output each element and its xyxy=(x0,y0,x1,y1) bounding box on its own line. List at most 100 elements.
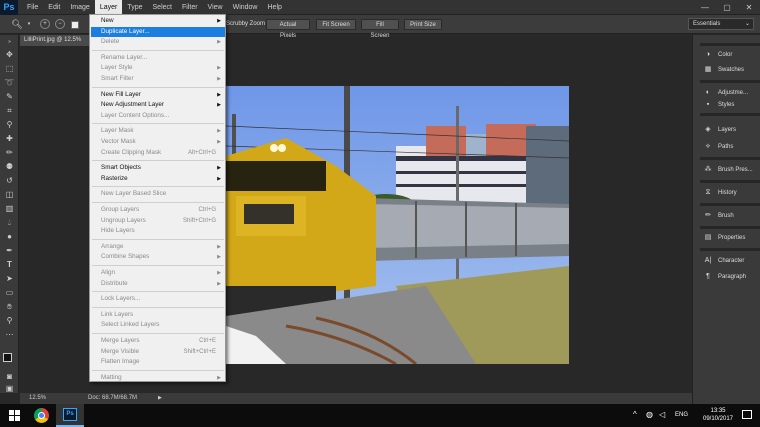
chrome-icon[interactable] xyxy=(34,408,49,423)
menu-item-link-layers[interactable]: Link Layers xyxy=(91,310,225,320)
taskbar-photoshop-button[interactable]: Ps xyxy=(56,404,84,427)
language-indicator[interactable]: ENG xyxy=(675,412,688,418)
panel-brush-presets[interactable]: ⁂ Brush Pres... xyxy=(702,163,758,177)
type-tool-icon[interactable]: T xyxy=(3,259,16,270)
menu-item-group-layers[interactable]: Group Layers Ctrl+G xyxy=(91,205,225,215)
fill-screen-button[interactable]: Fill Screen xyxy=(361,19,399,39)
menu-item-layer-mask[interactable]: Layer Mask ▶ xyxy=(91,126,225,136)
screen-mode-icon[interactable]: ▣ xyxy=(3,383,16,394)
menu-item-merge-visible[interactable]: Merge Visible Shift+Ctrl+E xyxy=(91,347,225,357)
menu-item-delete[interactable]: Delete ▶ xyxy=(91,37,225,47)
menu-item-lock-layers[interactable]: Lock Layers... xyxy=(91,294,225,304)
zoom-out-icon[interactable]: − xyxy=(55,19,65,29)
actual-pixels-button[interactable]: Actual Pixels xyxy=(266,19,310,39)
collapse-tools-icon[interactable]: » xyxy=(3,37,16,48)
marquee-tool-icon[interactable]: ⬚ xyxy=(3,63,16,74)
move-tool-icon[interactable]: ✥ xyxy=(3,49,16,60)
panel-adjustments[interactable]: ◐ Adjustme... xyxy=(702,86,758,100)
lasso-tool-icon[interactable]: ➰ xyxy=(3,77,16,88)
network-icon[interactable]: ◍ xyxy=(646,410,653,419)
menu-layer[interactable]: Layer xyxy=(94,0,123,15)
menu-type[interactable]: Type xyxy=(122,0,147,15)
menu-item-layer-style[interactable]: Layer Style ▶ xyxy=(91,63,225,73)
menu-image[interactable]: Image xyxy=(65,0,94,15)
menu-item-select-linked-layers[interactable]: Select Linked Layers xyxy=(91,320,225,330)
menu-item-create-clipping-mask[interactable]: Create Clipping Mask Alt+Ctrl+G xyxy=(91,148,225,158)
path-selection-tool-icon[interactable]: ➤ xyxy=(3,273,16,284)
windows-start-icon[interactable] xyxy=(9,410,20,421)
panel-styles[interactable]: ▪ Styles xyxy=(702,101,758,109)
tray-expand-icon[interactable]: ^ xyxy=(633,410,637,419)
menu-item-align[interactable]: Align ▶ xyxy=(91,268,225,278)
history-brush-tool-icon[interactable]: ↺ xyxy=(3,175,16,186)
menu-item-merge-layers[interactable]: Merge Layers Ctrl+E xyxy=(91,336,225,346)
menu-item-new[interactable]: New ▶ xyxy=(91,16,225,26)
foreground-color-swatch[interactable] xyxy=(3,353,12,362)
menu-item-smart-filter[interactable]: Smart Filter ▶ xyxy=(91,74,225,84)
panel-paragraph[interactable]: ¶ Paragraph xyxy=(702,270,758,284)
rectangle-tool-icon[interactable]: ▭ xyxy=(3,287,16,298)
minimize-button[interactable]: — xyxy=(694,0,716,15)
zoom-tool-icon[interactable]: 🔍︎ xyxy=(10,19,24,30)
more-tools-icon[interactable]: ⋯ xyxy=(3,329,16,340)
fit-screen-button[interactable]: Fit Screen xyxy=(316,19,356,30)
zoom-tool-icon[interactable]: ⚲ xyxy=(3,315,16,326)
eyedropper-tool-icon[interactable]: ⚲ xyxy=(3,119,16,130)
menu-help[interactable]: Help xyxy=(263,0,287,15)
menu-item-flatten-image[interactable]: Flatten Image xyxy=(91,357,225,367)
blur-tool-icon[interactable]: 💧︎ xyxy=(3,217,16,228)
menu-item-arrange[interactable]: Arrange ▶ xyxy=(91,242,225,252)
panel-brush[interactable]: ✏ Brush xyxy=(702,209,758,223)
notifications-icon[interactable] xyxy=(742,410,752,419)
tool-preset-chevron-icon[interactable]: ▾ xyxy=(26,19,32,30)
panel-layers[interactable]: ◈ Layers xyxy=(702,123,758,137)
menu-item-new-adjustment-layer[interactable]: New Adjustment Layer ▶ xyxy=(91,100,225,110)
menu-item-distribute[interactable]: Distribute ▶ xyxy=(91,279,225,289)
menu-view[interactable]: View xyxy=(203,0,228,15)
quick-select-tool-icon[interactable]: ✎ xyxy=(3,91,16,102)
menu-item-new-layer-based-slice[interactable]: New Layer Based Slice xyxy=(91,189,225,199)
menu-item-new-fill-layer[interactable]: New Fill Layer ▶ xyxy=(91,90,225,100)
document-canvas[interactable] xyxy=(226,86,569,364)
menu-item-combine-shapes[interactable]: Combine Shapes ▶ xyxy=(91,252,225,262)
menu-item-ungroup-layers[interactable]: Ungroup Layers Shift+Ctrl+G xyxy=(91,216,225,226)
panel-swatches[interactable]: ▦ Swatches xyxy=(702,63,758,77)
status-menu-arrow-icon[interactable]: ▶ xyxy=(158,393,162,404)
menu-item-layer-content-options[interactable]: Layer Content Options... xyxy=(91,111,225,121)
clone-stamp-tool-icon[interactable]: ⚉ xyxy=(3,161,16,172)
menu-item-duplicate-layer[interactable]: Duplicate Layer... xyxy=(91,26,225,37)
close-button[interactable]: ✕ xyxy=(738,0,760,15)
brush-tool-icon[interactable]: ✏ xyxy=(3,147,16,158)
menu-item-matting[interactable]: Matting ▶ xyxy=(91,373,225,383)
menu-file[interactable]: File xyxy=(22,0,43,15)
menu-select[interactable]: Select xyxy=(148,0,177,15)
panel-properties[interactable]: ▤ Properties xyxy=(702,231,758,245)
panel-paths[interactable]: ⟡ Paths xyxy=(702,140,758,154)
menu-item-vector-mask[interactable]: Vector Mask ▶ xyxy=(91,137,225,147)
quick-mask-icon[interactable]: ◙ xyxy=(3,371,16,382)
pen-tool-icon[interactable]: ✒ xyxy=(3,245,16,256)
zoom-in-icon[interactable]: + xyxy=(40,19,50,29)
dodge-tool-icon[interactable]: ● xyxy=(3,231,16,242)
menu-edit[interactable]: Edit xyxy=(43,0,65,15)
healing-brush-tool-icon[interactable]: ✚ xyxy=(3,133,16,144)
clock[interactable]: 13:35 09/10/2017 xyxy=(700,407,736,423)
print-size-button[interactable]: Print Size xyxy=(404,19,442,30)
eraser-tool-icon[interactable]: ◫ xyxy=(3,189,16,200)
panel-history[interactable]: ⧖ History xyxy=(702,186,758,200)
crop-tool-icon[interactable]: ⌗ xyxy=(3,105,16,116)
maximize-button[interactable]: ▢ xyxy=(716,0,738,15)
zoom-level[interactable]: 12.5% xyxy=(29,393,46,404)
menu-filter[interactable]: Filter xyxy=(177,0,203,15)
panel-character[interactable]: A| Character xyxy=(702,254,758,268)
hand-tool-icon[interactable]: ✋︎ xyxy=(3,301,16,312)
menu-item-rasterize[interactable]: Rasterize ▶ xyxy=(91,174,225,184)
panel-color[interactable]: ◑ Color xyxy=(702,48,758,62)
gradient-tool-icon[interactable]: ▥ xyxy=(3,203,16,214)
menu-item-smart-objects[interactable]: Smart Objects ▶ xyxy=(91,163,225,173)
menu-window[interactable]: Window xyxy=(228,0,263,15)
workspace-select[interactable]: Essentials ⌄ xyxy=(688,18,754,30)
menu-item-hide-layers[interactable]: Hide Layers xyxy=(91,226,225,236)
volume-icon[interactable]: ◁ xyxy=(659,410,665,419)
menu-item-rename-layer[interactable]: Rename Layer... xyxy=(91,53,225,63)
